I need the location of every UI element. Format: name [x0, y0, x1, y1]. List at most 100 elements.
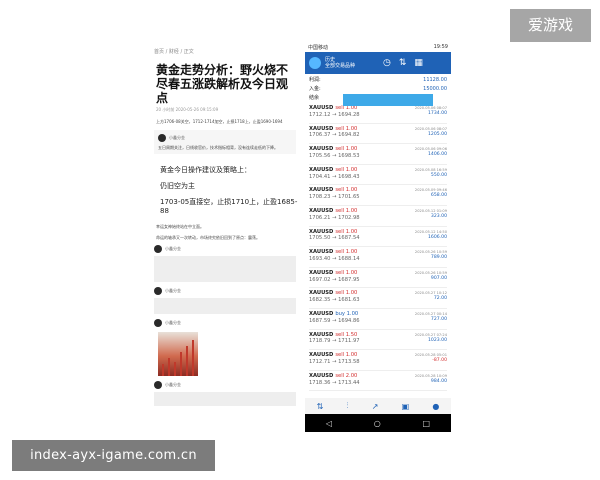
avatar: [154, 287, 162, 295]
trade-row[interactable]: XAUUSD sell 1.00 1706.21 → 1702.98 2020.05.…: [309, 206, 447, 227]
trade-symbol: XAUUSD: [309, 269, 334, 276]
trade-profit: 1734.00: [428, 111, 447, 116]
trade-row[interactable]: XAUUSD buy 1.00 1687.59 → 1694.86 2020.05.2…: [309, 309, 447, 330]
trade-direction: sell 1.00: [335, 290, 358, 297]
redaction-mark: [343, 94, 433, 106]
trade-profit: 789.00: [430, 255, 447, 261]
trade-direction: sell 1.50: [335, 331, 358, 338]
article-screenshot: 首页 / 财经 / 正文 黄金走势分析：野火烧不尽春五涨跌解析及今日观点 20 …: [146, 42, 304, 440]
trade-symbol: XAUUSD: [309, 249, 334, 256]
clock-label: 19:59: [433, 44, 448, 50]
trade-icon[interactable]: ↗: [372, 402, 379, 411]
user-name: 小鑫分金: [165, 246, 181, 251]
trade-row[interactable]: XAUUSD sell 1.00 1708.23 → 1701.65 2020.05.…: [309, 185, 447, 206]
trade-direction: sell 2.00: [335, 372, 358, 379]
profit-value: 11128.00: [423, 77, 447, 83]
trade-profit: 727.00: [430, 316, 447, 322]
trade-direction: buy 1.00: [335, 310, 359, 317]
trade-row[interactable]: XAUUSD sell 1.00 1706.37 → 1694.82 2020.05.…: [309, 124, 447, 145]
trade-direction: sell 1.00: [335, 249, 358, 256]
app-logo-icon[interactable]: [309, 57, 321, 69]
article-title: 黄金走势分析：野火烧不尽春五涨跌解析及今日观点: [156, 63, 289, 105]
advice-line: 1703-05直接空，止损1710上，止盈1685-88: [160, 198, 298, 215]
user-name: 小鑫分金: [169, 135, 185, 140]
trade-row[interactable]: XAUUSD sell 1.00 1693.40 → 1688.14 2020.05.…: [309, 247, 447, 268]
trade-direction: sell 1.00: [335, 146, 358, 153]
trade-profit: -87.00: [432, 358, 447, 364]
comment-block: [154, 256, 296, 282]
status-bar: 中国移动 19:59: [305, 42, 451, 52]
trade-symbol: XAUUSD: [309, 207, 334, 214]
trade-row[interactable]: XAUUSD sell 1.00 1704.41 → 1698.43 2020.05.…: [309, 165, 447, 186]
trade-row[interactable]: XAUUSD sell 1.00 1697.02 → 1687.95 2020.05.…: [309, 268, 447, 289]
trade-prices: 1682.35 → 1681.63: [309, 297, 360, 304]
trade-profit: 550.00: [430, 172, 447, 178]
balance-label: 结余: [309, 95, 320, 101]
comment-block: [154, 392, 296, 406]
trade-profit: 1606.00: [428, 234, 447, 240]
trade-row[interactable]: XAUUSD sell 1.00 1682.35 → 1681.63 2020.05.…: [309, 288, 447, 309]
trade-prices: 1706.37 → 1694.82: [309, 132, 360, 139]
avatar: [158, 134, 166, 142]
avatar: [154, 245, 162, 253]
calendar-icon[interactable]: ▦: [414, 58, 423, 68]
trade-symbol: XAUUSD: [309, 125, 334, 132]
back-icon[interactable]: ◁: [326, 419, 332, 428]
site-badge: 爱游戏: [510, 9, 591, 42]
trade-row[interactable]: XAUUSD sell 1.00 1712.12 → 1694.28 2020.05.…: [309, 103, 447, 124]
trade-profit: 323.00: [430, 213, 447, 219]
trade-direction: sell 1.00: [335, 166, 358, 173]
advice-line: 仍旧空为主: [160, 182, 195, 190]
phone-screenshot: 中国移动 19:59 历史 全部交易品种 ◷ ⇅ ▦ 利润: 11128.00 入…: [305, 42, 451, 432]
trade-row[interactable]: XAUUSD sell 1.00 1712.71 → 1713.58 2020.05.…: [309, 350, 447, 371]
user-name: 小鑫分金: [165, 320, 181, 325]
chart-icon[interactable]: ⫶: [347, 401, 349, 411]
history-icon[interactable]: ▣: [402, 402, 410, 411]
trade-date: 2020.05.12 14:50: [414, 229, 447, 234]
recents-icon[interactable]: □: [423, 419, 431, 428]
avatar: [154, 319, 162, 327]
trade-row[interactable]: XAUUSD sell 1.00 1705.56 → 1698.53 2020.05.…: [309, 144, 447, 165]
trade-profit: 658.00: [430, 193, 447, 199]
home-icon[interactable]: ○: [374, 419, 381, 428]
clock-icon[interactable]: ◷: [383, 58, 391, 68]
breadcrumb: 首页 / 财经 / 正文: [154, 49, 194, 55]
article-summary: 上方1706-08关空，1712-1714加空，止损1718上，止盈1690-1…: [156, 119, 283, 124]
trade-prices: 1687.59 → 1694.86: [309, 317, 360, 324]
reply-text: 五日周期关注，日线收官价，技术指标相背，没有连续走低的下降。: [158, 145, 278, 150]
trade-date: 2020.05.06 08:07: [414, 126, 447, 131]
trade-direction: sell 1.00: [335, 352, 358, 359]
trade-prices: 1697.02 → 1687.95: [309, 276, 360, 283]
trade-prices: 1708.23 → 1701.65: [309, 194, 360, 201]
trade-row[interactable]: XAUUSD sell 1.50 1718.79 → 1711.97 2020.05.…: [309, 330, 447, 351]
user-name: 小鑫分金: [165, 288, 181, 293]
trade-prices: 1693.40 → 1688.14: [309, 255, 360, 262]
trade-direction: sell 1.00: [335, 125, 358, 132]
trade-prices: 1704.41 → 1698.43: [309, 173, 360, 180]
deposit-value: 15000.00: [423, 86, 447, 92]
trade-symbol: XAUUSD: [309, 166, 334, 173]
trade-symbol: XAUUSD: [309, 187, 334, 194]
trade-row[interactable]: XAUUSD sell 1.00 1705.50 → 1687.54 2020.05.…: [309, 227, 447, 248]
profit-label: 利润:: [309, 77, 321, 83]
trade-symbol: XAUUSD: [309, 146, 334, 153]
system-nav-bar: ◁ ○ □: [305, 414, 451, 432]
trade-symbol: XAUUSD: [309, 290, 334, 297]
chat-icon[interactable]: ●: [432, 402, 439, 411]
quotes-icon[interactable]: ⇅: [317, 402, 324, 411]
trade-prices: 1718.36 → 1713.44: [309, 379, 360, 386]
trade-date: 2020.05.27 07:24: [414, 332, 447, 337]
trade-profit: 984.00: [430, 378, 447, 384]
advice-heading: 黄金今日操作建议及策略上：: [160, 166, 251, 174]
trade-profit: 72.00: [433, 296, 447, 302]
trade-row[interactable]: XAUUSD sell 2.00 1718.36 → 1713.44 2020.05.…: [309, 371, 447, 392]
user-name: 小鑫分金: [165, 382, 181, 387]
sort-icon[interactable]: ⇅: [399, 58, 407, 68]
bottom-nav: ⇅ ⫶ ↗ ▣ ●: [305, 398, 451, 414]
trade-direction: sell 1.00: [335, 187, 358, 194]
trade-profit: 1023.00: [428, 337, 447, 343]
price-chart-image: [158, 332, 198, 376]
trade-date: 2020.05.26 10:59: [414, 270, 447, 275]
trade-profit: 907.00: [430, 275, 447, 281]
trade-date: 2020.05.28 10:09: [414, 373, 447, 378]
